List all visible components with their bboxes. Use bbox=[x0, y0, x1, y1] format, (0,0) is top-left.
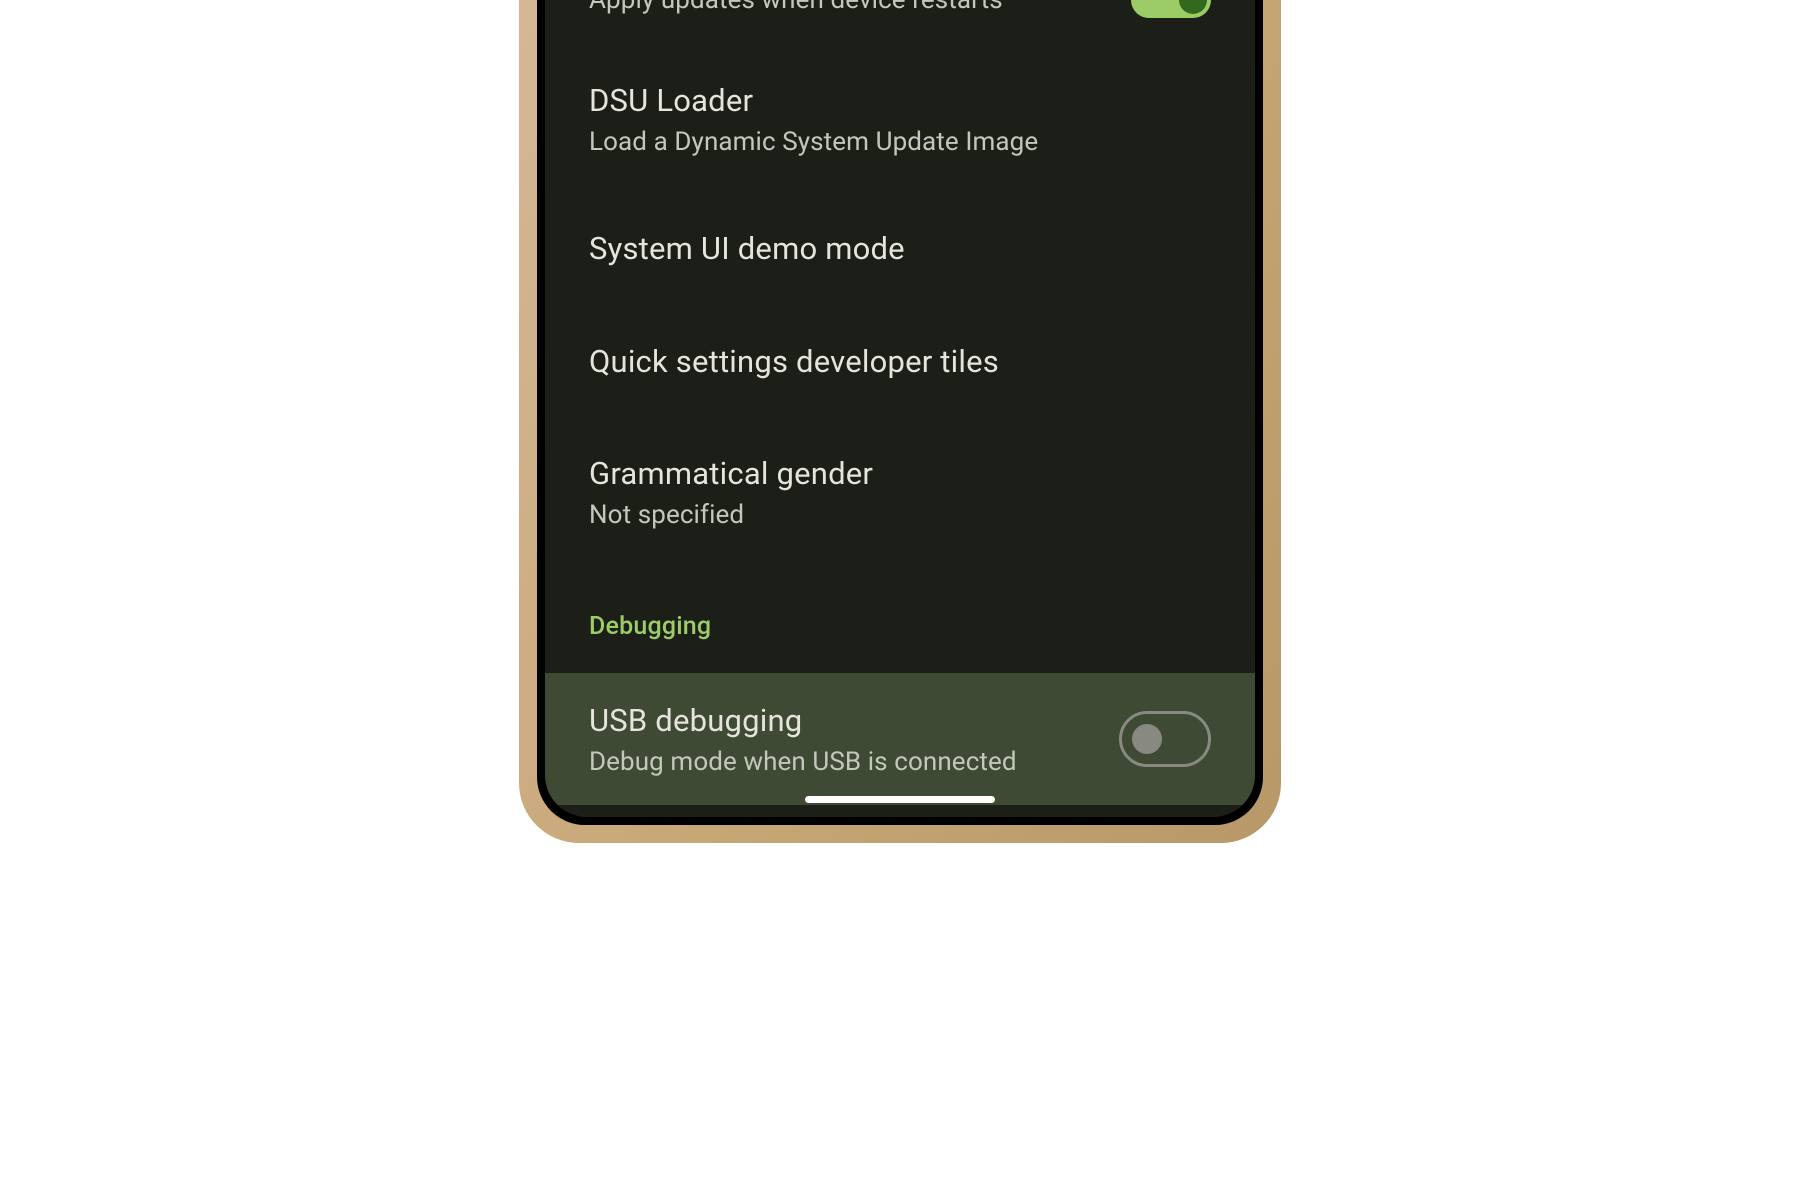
setting-item-demo-mode[interactable]: System UI demo mode bbox=[545, 229, 1255, 269]
setting-title: Grammatical gender bbox=[589, 454, 873, 494]
setting-title: DSU Loader bbox=[589, 81, 1038, 121]
settings-list: Apply updates when device restarts DSU L… bbox=[545, 0, 1255, 813]
toggle-apply-updates[interactable] bbox=[1131, 0, 1211, 18]
setting-text: DSU Loader Load a Dynamic System Update … bbox=[589, 81, 1038, 157]
setting-item-dsu-loader[interactable]: DSU Loader Load a Dynamic System Update … bbox=[545, 81, 1255, 157]
setting-text: Quick settings developer tiles bbox=[589, 342, 999, 382]
screen: Apply updates when device restarts DSU L… bbox=[545, 0, 1255, 817]
navigation-bar-handle[interactable] bbox=[805, 796, 995, 803]
setting-text: System UI demo mode bbox=[589, 229, 905, 269]
setting-subtitle: Not specified bbox=[589, 500, 873, 530]
setting-subtitle: Load a Dynamic System Update Image bbox=[589, 127, 1038, 157]
setting-title: Quick settings developer tiles bbox=[589, 342, 999, 382]
setting-title: System UI demo mode bbox=[589, 229, 905, 269]
setting-text: Apply updates when device restarts bbox=[589, 0, 1003, 15]
setting-item-grammatical-gender[interactable]: Grammatical gender Not specified bbox=[545, 454, 1255, 530]
setting-subtitle: Debug mode when USB is connected bbox=[589, 747, 1017, 777]
setting-item-apply-updates[interactable]: Apply updates when device restarts bbox=[545, 0, 1255, 21]
setting-text: Grammatical gender Not specified bbox=[589, 454, 873, 530]
setting-item-usb-debugging[interactable]: USB debugging Debug mode when USB is con… bbox=[545, 673, 1255, 805]
setting-subtitle: Apply updates when device restarts bbox=[589, 0, 1003, 15]
setting-title: USB debugging bbox=[589, 701, 1017, 741]
phone-frame: Apply updates when device restarts DSU L… bbox=[519, 0, 1281, 843]
toggle-usb-debugging[interactable] bbox=[1119, 711, 1211, 767]
setting-item-quick-settings[interactable]: Quick settings developer tiles bbox=[545, 342, 1255, 382]
screen-bezel: Apply updates when device restarts DSU L… bbox=[537, 0, 1263, 825]
setting-text: USB debugging Debug mode when USB is con… bbox=[589, 701, 1017, 777]
section-header-debugging: Debugging bbox=[545, 612, 1255, 641]
phone-body: Apply updates when device restarts DSU L… bbox=[519, 0, 1281, 843]
